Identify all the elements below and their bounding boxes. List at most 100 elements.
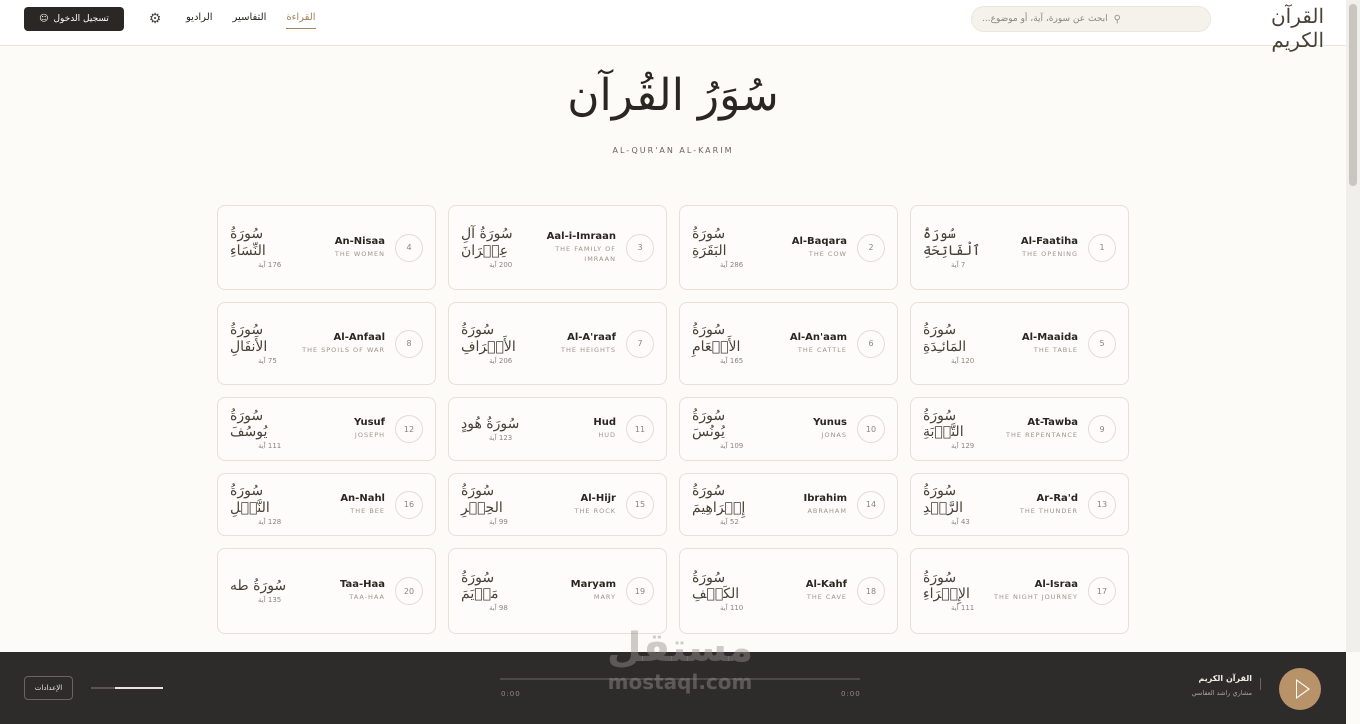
surah-card[interactable]: 4 An-Nisaa THE WOMEN سُورَةُ النِّسَاءِ 176 …	[217, 205, 436, 290]
surah-name-en: Yunus	[813, 417, 847, 429]
surah-card[interactable]: 11 Hud HUD سُورَةُ هُودٍ 123 آية	[448, 397, 667, 461]
surah-names: Ar-Ra'd THE THUNDER	[992, 493, 1078, 517]
surah-card[interactable]: 6 Al-An'aam THE CATTLE سُورَةُ الأَنۡعَامِ 1…	[679, 302, 898, 385]
surah-arabic-block: سُورَةُ مَرۡيَمَ 98 آية	[461, 570, 530, 612]
surah-number: 15	[626, 490, 654, 519]
volume-slider[interactable]	[91, 687, 163, 689]
surah-number: 19	[626, 577, 654, 605]
watermark: مستقل mostaql.com	[590, 628, 770, 694]
surah-ayah-count: 109 آية	[720, 442, 744, 451]
surah-card[interactable]: 14 Ibrahim ABRAHAM سُورَةُ إِبۡرَاهِيمَ 52 آ…	[679, 473, 898, 536]
surah-arabic-block: سُورَةُ ٱلْفَاتِحَةِ 7 آية	[923, 226, 992, 268]
surah-meaning: THE TABLE	[1033, 345, 1078, 354]
surah-name-ar: سُورَةُ الأَنفَالِ	[230, 322, 268, 355]
surah-ayah-count: 200 آية	[489, 260, 513, 269]
surah-names: Yunus JONAS	[761, 417, 847, 441]
surah-meaning: THE OPENING	[1022, 249, 1078, 258]
surah-ayah-count: 43 آية	[951, 517, 970, 526]
surah-arabic-block: سُورَةُ يُوسُفَ 111 آية	[230, 408, 299, 450]
play-button[interactable]	[1279, 668, 1321, 710]
login-button[interactable]: ☺ تسجيل الدخول	[24, 7, 124, 31]
surah-name-ar: سُورَةُ النِّسَاءِ	[230, 226, 266, 259]
surah-card[interactable]: 19 Maryam MARY سُورَةُ مَرۡيَمَ 98 آية	[448, 548, 667, 634]
surah-names: Al-Faatiha THE OPENING	[992, 236, 1078, 260]
surah-number: 16	[395, 490, 423, 519]
surah-names: Al-Maaida THE TABLE	[992, 332, 1078, 356]
surah-meaning: JONAS	[821, 431, 847, 440]
surah-arabic-block: سُورَةُ المَائـِدَةِ 120 آية	[923, 322, 992, 364]
surah-arabic-block: سُورَةُ الأَنفَالِ 75 آية	[230, 322, 299, 364]
surah-name-ar: سُورَةُ طه	[230, 577, 287, 594]
surah-meaning: THE BEE	[350, 506, 385, 515]
search-input[interactable]: ⚲ ابحث عن سورة، آية، أو موضوع...	[971, 6, 1211, 32]
player-settings-button[interactable]: الإعدادات	[24, 676, 73, 700]
surah-ayah-count: 99 آية	[489, 517, 508, 526]
surah-name-en: Al-Baqara	[791, 235, 847, 247]
surah-card[interactable]: 13 Ar-Ra'd THE THUNDER سُورَةُ الرَّعۡدِ 43 …	[910, 473, 1129, 536]
surah-card[interactable]: 3 Aal-i-Imraan THE FAMILY OF IMRAAN سُورَةُ…	[448, 205, 667, 290]
scrollbar-thumb[interactable]	[1349, 4, 1357, 186]
surah-number: 9	[1088, 415, 1116, 443]
surah-names: Al-Kahf THE CAVE	[761, 579, 847, 603]
surah-meaning: THE CATTLE	[797, 345, 847, 354]
surah-ayah-count: 206 آية	[489, 356, 513, 365]
surah-card[interactable]: 9 At-Tawba THE REPENTANCE سُورَةُ التَّوۡبَ…	[910, 397, 1129, 461]
surah-name-en: Al-Anfaal	[333, 331, 385, 343]
surah-arabic-block: سُورَةُ طه 135 آية	[230, 578, 299, 604]
surah-ayah-count: 165 آية	[720, 356, 744, 365]
surah-meaning: THE WOMEN	[334, 249, 385, 258]
surah-name-ar: سُورَةُ المَائـِدَةِ	[923, 322, 967, 355]
track-title: القرآن الكريم	[1198, 674, 1253, 683]
time-current: 0:00	[501, 690, 521, 698]
surah-arabic-block: سُورَةُ النِّسَاءِ 176 آية	[230, 226, 299, 268]
surah-card[interactable]: 2 Al-Baqara THE COW سُورَةُ البَقَرَةِ 286 آ…	[679, 205, 898, 290]
surah-name-ar: سُورَةُ يُونُسَ	[692, 407, 726, 440]
surah-name-en: At-Tawba	[1027, 417, 1078, 429]
surah-card[interactable]: 7 Al-A'raaf THE HEIGHTS سُورَةُ الأَعۡرَافِ…	[448, 302, 667, 385]
surah-card[interactable]: 15 Al-Hijr THE ROCK سُورَةُ الحِجۡرِ 99 آية	[448, 473, 667, 536]
surah-name-ar: سُورَةُ الأَعۡرَافِ	[461, 322, 516, 355]
nav-tafsir[interactable]: التفاسير	[233, 12, 267, 29]
page-scrollbar[interactable]	[1346, 0, 1360, 652]
surah-names: Hud HUD	[530, 417, 616, 441]
surah-arabic-block: سُورَةُ الأَعۡرَافِ 206 آية	[461, 322, 530, 364]
surah-names: Al-Baqara THE COW	[761, 236, 847, 260]
surah-arabic-block: سُورَةُ التَّوۡبَةِ 129 آية	[923, 408, 992, 450]
surah-name-ar: سُورَةُ هُودٍ	[461, 415, 520, 432]
surah-arabic-block: سُورَةُ إِبۡرَاهِيمَ 52 آية	[692, 483, 761, 525]
time-total: 0:00	[841, 690, 861, 698]
page-title: سُوَرُ القُرآن	[567, 70, 779, 121]
surah-ayah-count: 123 آية	[489, 434, 513, 443]
surah-number: 14	[857, 490, 885, 519]
surah-ayah-count: 75 آية	[258, 356, 277, 365]
surah-name-ar: سُورَةُ النَّحۡلِ	[230, 483, 270, 516]
surah-names: An-Nisaa THE WOMEN	[299, 236, 385, 260]
surah-card[interactable]: 18 Al-Kahf THE CAVE سُورَةُ الكَهۡفِ 110 آية	[679, 548, 898, 634]
surah-card[interactable]: 5 Al-Maaida THE TABLE سُورَةُ المَائـِدَةِ 1…	[910, 302, 1129, 385]
surah-number: 12	[395, 415, 423, 443]
gear-icon[interactable]: ⚙	[146, 10, 164, 28]
surah-meaning: THE THUNDER	[1019, 506, 1078, 515]
surah-card[interactable]: 20 Taa-Haa TAA-HAA سُورَةُ طه 135 آية	[217, 548, 436, 634]
surah-card[interactable]: 10 Yunus JONAS سُورَةُ يُونُسَ 109 آية	[679, 397, 898, 461]
surah-number: 3	[626, 233, 654, 262]
surah-ayah-count: 128 آية	[258, 517, 282, 526]
surah-ayah-count: 120 آية	[951, 356, 975, 365]
surah-name-en: Al-Israa	[1034, 579, 1078, 591]
surah-number: 1	[1088, 233, 1116, 262]
surah-card[interactable]: 1 Al-Faatiha THE OPENING سُورَةُ ٱلْفَاتِحَ…	[910, 205, 1129, 290]
surah-card[interactable]: 8 Al-Anfaal THE SPOILS OF WAR سُورَةُ الأَن…	[217, 302, 436, 385]
surah-card[interactable]: 16 An-Nahl THE BEE سُورَةُ النَّحۡلِ 128 آية	[217, 473, 436, 536]
surah-names: An-Nahl THE BEE	[299, 493, 385, 517]
nav-reading[interactable]: القراءة	[286, 12, 316, 29]
brand-logo[interactable]: القرآن الكريم	[1224, 4, 1324, 52]
nav-radio[interactable]: الراديو	[186, 12, 213, 29]
surah-name-en: Al-Maaida	[1021, 331, 1078, 343]
surah-card[interactable]: 12 Yusuf JOSEPH سُورَةُ يُوسُفَ 111 آية	[217, 397, 436, 461]
surah-name-ar: سُورَةُ الأَنۡعَامِ	[692, 322, 741, 355]
surah-number: 7	[626, 329, 654, 358]
surah-card[interactable]: 17 Al-Israa THE NIGHT JOURNEY سُورَةُ الإِس…	[910, 548, 1129, 634]
surah-arabic-block: سُورَةُ الإِسۡرَاءِ 111 آية	[923, 570, 992, 612]
surah-name-en: Al-Hijr	[580, 492, 616, 504]
surah-names: Al-An'aam THE CATTLE	[761, 332, 847, 356]
